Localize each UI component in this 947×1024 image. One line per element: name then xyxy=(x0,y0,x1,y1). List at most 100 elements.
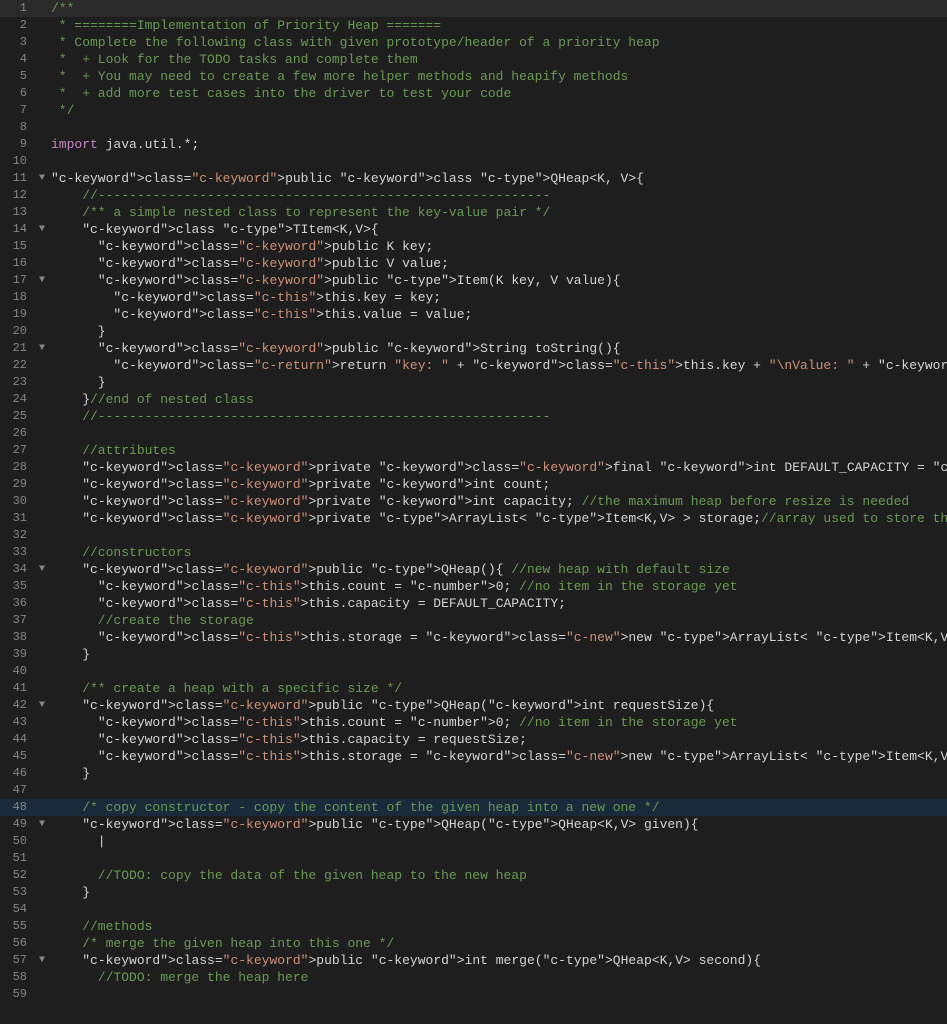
fold-indicator[interactable]: ▼ xyxy=(35,697,49,714)
line-number: 13 xyxy=(0,204,35,221)
code-content: "c-keyword">class="c-keyword">public K k… xyxy=(49,238,947,255)
line-number: 35 xyxy=(0,578,35,595)
line-number: 29 xyxy=(0,476,35,493)
code-line: 22 "c-keyword">class="c-return">return "… xyxy=(0,357,947,374)
code-line: 38 "c-keyword">class="c-this">this.stora… xyxy=(0,629,947,646)
code-line: 30 "c-keyword">class="c-keyword">private… xyxy=(0,493,947,510)
line-number: 1 xyxy=(0,0,35,17)
code-content: //TODO: merge the heap here xyxy=(49,969,947,986)
code-content: /* copy constructor - copy the content o… xyxy=(49,799,947,816)
code-content: * + Look for the TODO tasks and complete… xyxy=(49,51,947,68)
code-content: "c-keyword">class="c-this">this.value = … xyxy=(49,306,947,323)
line-number: 58 xyxy=(0,969,35,986)
fold-indicator[interactable]: ▼ xyxy=(35,816,49,833)
line-number: 51 xyxy=(0,850,35,867)
code-line: 29 "c-keyword">class="c-keyword">private… xyxy=(0,476,947,493)
code-line: 11▼"c-keyword">class="c-keyword">public … xyxy=(0,170,947,187)
line-number: 59 xyxy=(0,986,35,1003)
code-line: 27 //attributes xyxy=(0,442,947,459)
line-number: 17 xyxy=(0,272,35,289)
line-number: 24 xyxy=(0,391,35,408)
code-content: * ========Implementation of Priority Hea… xyxy=(49,17,947,34)
code-content: //constructors xyxy=(49,544,947,561)
line-number: 15 xyxy=(0,238,35,255)
line-number: 26 xyxy=(0,425,35,442)
fold-indicator[interactable]: ▼ xyxy=(35,170,49,187)
code-content: /** create a heap with a specific size *… xyxy=(49,680,947,697)
code-line: 9import java.util.*; xyxy=(0,136,947,153)
code-line: 48 /* copy constructor - copy the conten… xyxy=(0,799,947,816)
line-number: 27 xyxy=(0,442,35,459)
code-content: "c-keyword">class="c-keyword">public "c-… xyxy=(49,561,947,578)
fold-indicator[interactable]: ▼ xyxy=(35,272,49,289)
code-line: 7 */ xyxy=(0,102,947,119)
code-line: 10 xyxy=(0,153,947,170)
line-number: 57 xyxy=(0,952,35,969)
code-line: 43 "c-keyword">class="c-this">this.count… xyxy=(0,714,947,731)
code-line: 40 xyxy=(0,663,947,680)
line-number: 49 xyxy=(0,816,35,833)
line-number: 19 xyxy=(0,306,35,323)
code-line: 44 "c-keyword">class="c-this">this.capac… xyxy=(0,731,947,748)
code-line: 20 } xyxy=(0,323,947,340)
line-number: 42 xyxy=(0,697,35,714)
line-number: 45 xyxy=(0,748,35,765)
code-line: 34▼ "c-keyword">class="c-keyword">public… xyxy=(0,561,947,578)
code-line: 45 "c-keyword">class="c-this">this.stora… xyxy=(0,748,947,765)
code-line: 8 xyxy=(0,119,947,136)
code-line: 19 "c-keyword">class="c-this">this.value… xyxy=(0,306,947,323)
code-editor: 1/**2 * ========Implementation of Priori… xyxy=(0,0,947,1024)
line-number: 32 xyxy=(0,527,35,544)
code-line: 37 //create the storage xyxy=(0,612,947,629)
code-line: 39 } xyxy=(0,646,947,663)
code-content: "c-keyword">class="c-keyword">public "c-… xyxy=(49,952,947,969)
line-number: 28 xyxy=(0,459,35,476)
line-number: 53 xyxy=(0,884,35,901)
fold-indicator[interactable]: ▼ xyxy=(35,561,49,578)
code-line: 24 }//end of nested class xyxy=(0,391,947,408)
code-line: 57▼ "c-keyword">class="c-keyword">public… xyxy=(0,952,947,969)
fold-indicator[interactable]: ▼ xyxy=(35,340,49,357)
code-line: 12 //-----------------------------------… xyxy=(0,187,947,204)
code-line: 32 xyxy=(0,527,947,544)
line-number: 39 xyxy=(0,646,35,663)
code-content: } xyxy=(49,765,947,782)
line-number: 30 xyxy=(0,493,35,510)
code-content: import java.util.*; xyxy=(49,136,947,153)
line-number: 36 xyxy=(0,595,35,612)
code-line: 46 } xyxy=(0,765,947,782)
code-line: 6 * + add more test cases into the drive… xyxy=(0,85,947,102)
code-line: 4 * + Look for the TODO tasks and comple… xyxy=(0,51,947,68)
code-content: "c-keyword">class="c-keyword">public "c-… xyxy=(49,340,947,357)
line-number: 12 xyxy=(0,187,35,204)
line-number: 6 xyxy=(0,85,35,102)
code-line: 21▼ "c-keyword">class="c-keyword">public… xyxy=(0,340,947,357)
line-number: 46 xyxy=(0,765,35,782)
code-content: | xyxy=(49,833,947,850)
code-content: "c-keyword">class="c-keyword">public "c-… xyxy=(49,272,947,289)
line-number: 21 xyxy=(0,340,35,357)
line-number: 3 xyxy=(0,34,35,51)
line-number: 52 xyxy=(0,867,35,884)
fold-indicator[interactable]: ▼ xyxy=(35,221,49,238)
code-content: //create the storage xyxy=(49,612,947,629)
code-line: 16 "c-keyword">class="c-keyword">public … xyxy=(0,255,947,272)
code-line: 33 //constructors xyxy=(0,544,947,561)
code-content: "c-keyword">class="c-this">this.capacity… xyxy=(49,595,947,612)
code-line: 41 /** create a heap with a specific siz… xyxy=(0,680,947,697)
line-number: 4 xyxy=(0,51,35,68)
fold-indicator[interactable]: ▼ xyxy=(35,952,49,969)
code-line: 47 xyxy=(0,782,947,799)
code-content: //--------------------------------------… xyxy=(49,408,947,425)
code-content: //--------------------------------------… xyxy=(49,187,947,204)
code-line: 14▼ "c-keyword">class "c-type">TItem<K,V… xyxy=(0,221,947,238)
line-number: 50 xyxy=(0,833,35,850)
code-content: "c-keyword">class="c-this">this.capacity… xyxy=(49,731,947,748)
code-line: 59 xyxy=(0,986,947,1003)
line-number: 23 xyxy=(0,374,35,391)
code-line: 54 xyxy=(0,901,947,918)
line-number: 55 xyxy=(0,918,35,935)
code-content: "c-keyword">class "c-type">TItem<K,V>{ xyxy=(49,221,947,238)
line-number: 47 xyxy=(0,782,35,799)
code-line: 17▼ "c-keyword">class="c-keyword">public… xyxy=(0,272,947,289)
